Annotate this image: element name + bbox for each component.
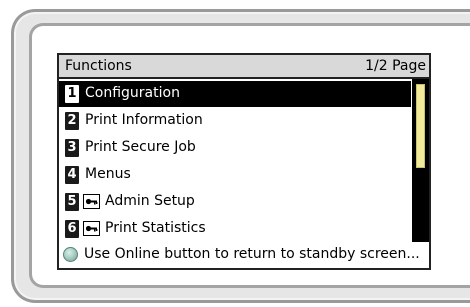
key-lock-icon [83,221,100,236]
item-number: 2 [65,112,79,130]
item-number: 4 [65,166,79,184]
scrollbar-thumb[interactable] [416,84,425,168]
footer-message: Use Online button to return to standby s… [84,246,420,262]
item-number: 1 [65,85,79,103]
menu-item-configuration[interactable]: 1 Configuration [59,81,411,107]
menu-list: 1 Configuration 2 Print Information 3 Pr… [59,79,411,245]
online-led-icon [63,247,78,262]
menu-item-menus[interactable]: 4 Menus [59,162,411,188]
menu-item-label: Admin Setup [105,193,195,209]
scrollbar[interactable] [412,79,429,242]
item-number: 3 [65,139,79,157]
menu-item-label: Configuration [85,85,180,101]
menu-item-label: Print Information [85,112,203,128]
menu-item-label: Menus [85,166,131,182]
item-number: 5 [65,193,79,211]
key-lock-icon [83,194,100,209]
menu-item-print-secure-job[interactable]: 3 Print Secure Job [59,135,411,161]
status-message: Use Online button to return to standby s… [59,242,429,268]
menu-item-print-information[interactable]: 2 Print Information [59,108,411,134]
page-indicator: 1/2 Page [365,58,426,74]
screen-title: Functions [65,58,132,74]
menu-item-label: Print Statistics [105,220,206,236]
menu-item-admin-setup[interactable]: 5 Admin Setup [59,189,411,215]
menu-item-print-statistics[interactable]: 6 Print Statistics [59,216,411,242]
lcd-screen: Functions 1/2 Page 1 Configuration 2 Pri… [57,53,431,270]
item-number: 6 [65,220,79,238]
menu-item-label: Print Secure Job [85,139,196,155]
title-bar: Functions 1/2 Page [59,55,429,79]
